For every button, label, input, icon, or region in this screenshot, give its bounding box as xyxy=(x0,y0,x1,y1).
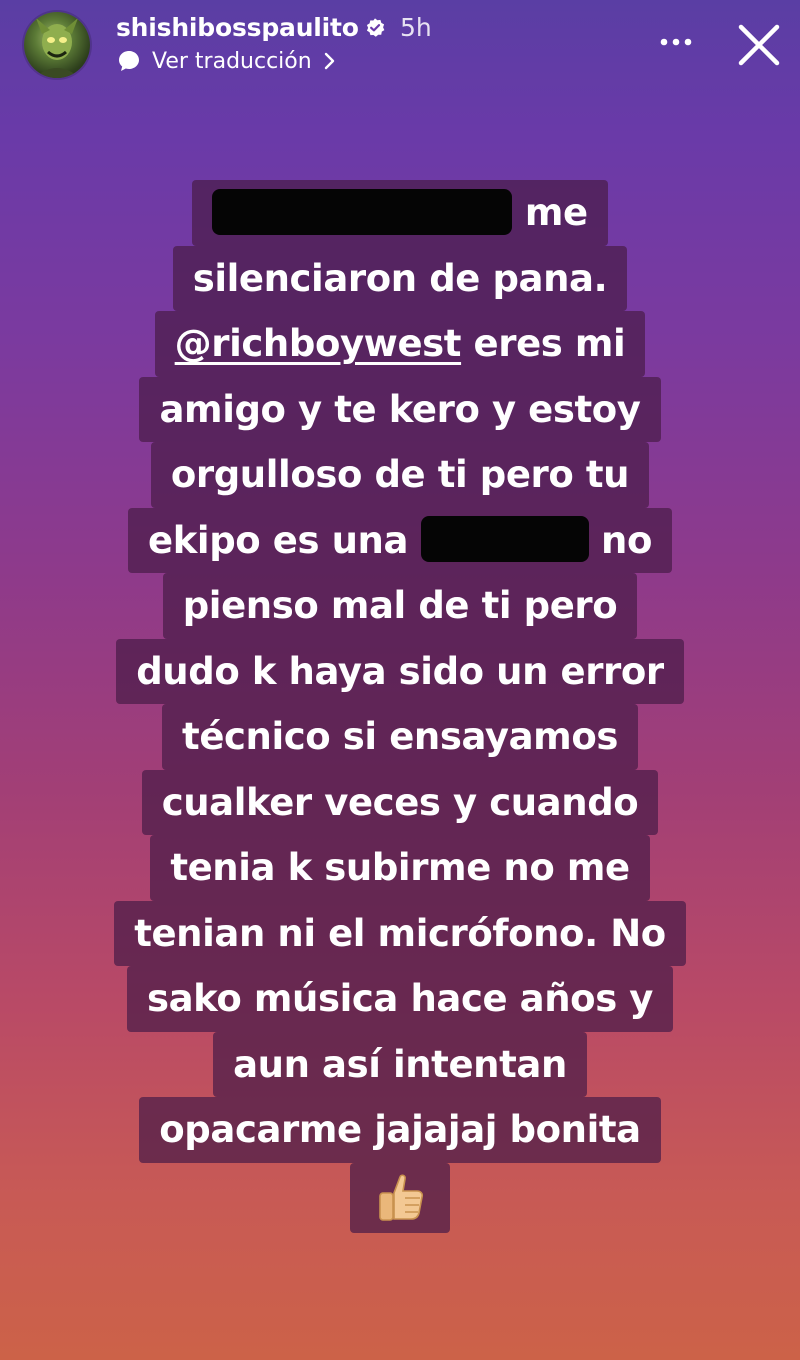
avatar-image xyxy=(34,18,80,78)
story-header: shishibosspaulito 5h Ver traducción xyxy=(0,0,800,100)
story-line: orgulloso de ti pero tu xyxy=(150,442,650,508)
story-line: dudo k haya sido un error xyxy=(116,638,684,704)
speech-bubble-icon xyxy=(119,51,139,71)
story-line: @richboywest eres mi xyxy=(154,311,646,377)
story-line: cualker veces y cuando xyxy=(141,769,659,835)
username[interactable]: shishibosspaulito xyxy=(116,13,359,42)
profile-avatar[interactable] xyxy=(24,12,90,78)
story-text: no xyxy=(588,518,652,562)
story-line: silenciaron de pana. xyxy=(172,245,628,311)
story-line: me xyxy=(192,180,608,246)
close-icon[interactable] xyxy=(734,20,784,70)
redaction-bar xyxy=(420,516,589,562)
see-translation-button[interactable]: Ver traducción xyxy=(116,46,336,76)
more-options-icon[interactable] xyxy=(656,30,696,54)
see-translation-label: Ver traducción xyxy=(152,48,312,74)
emoji-line xyxy=(350,1162,450,1233)
post-time: 5h xyxy=(400,13,432,42)
verified-badge-icon xyxy=(366,18,385,37)
story-line: pienso mal de ti pero xyxy=(162,573,638,639)
story-text: eres mi xyxy=(461,322,626,365)
redaction-bar xyxy=(212,188,513,235)
story-line: aun así intentan xyxy=(213,1031,587,1097)
story-line: tenian ni el micrófono. No xyxy=(114,900,686,966)
story-line: amigo y te kero y estoy xyxy=(139,376,661,442)
story-line: sako música hace años y xyxy=(126,966,674,1032)
story-line: opacarme jajajaj bonita xyxy=(139,1097,661,1163)
story-line: ekipo es una no xyxy=(128,507,672,573)
thumbs-up-icon xyxy=(379,1173,424,1221)
story-text: me xyxy=(524,191,588,234)
story-line: tenia k subirme no me xyxy=(150,835,650,901)
story-text-block: me silenciaron de pana. @richboywest ere… xyxy=(0,180,800,1233)
story-text: ekipo es una xyxy=(148,518,421,562)
chevron-right-icon xyxy=(324,52,334,70)
mention-link[interactable]: @richboywest xyxy=(175,322,462,365)
story-line: técnico si ensayamos xyxy=(162,704,638,770)
